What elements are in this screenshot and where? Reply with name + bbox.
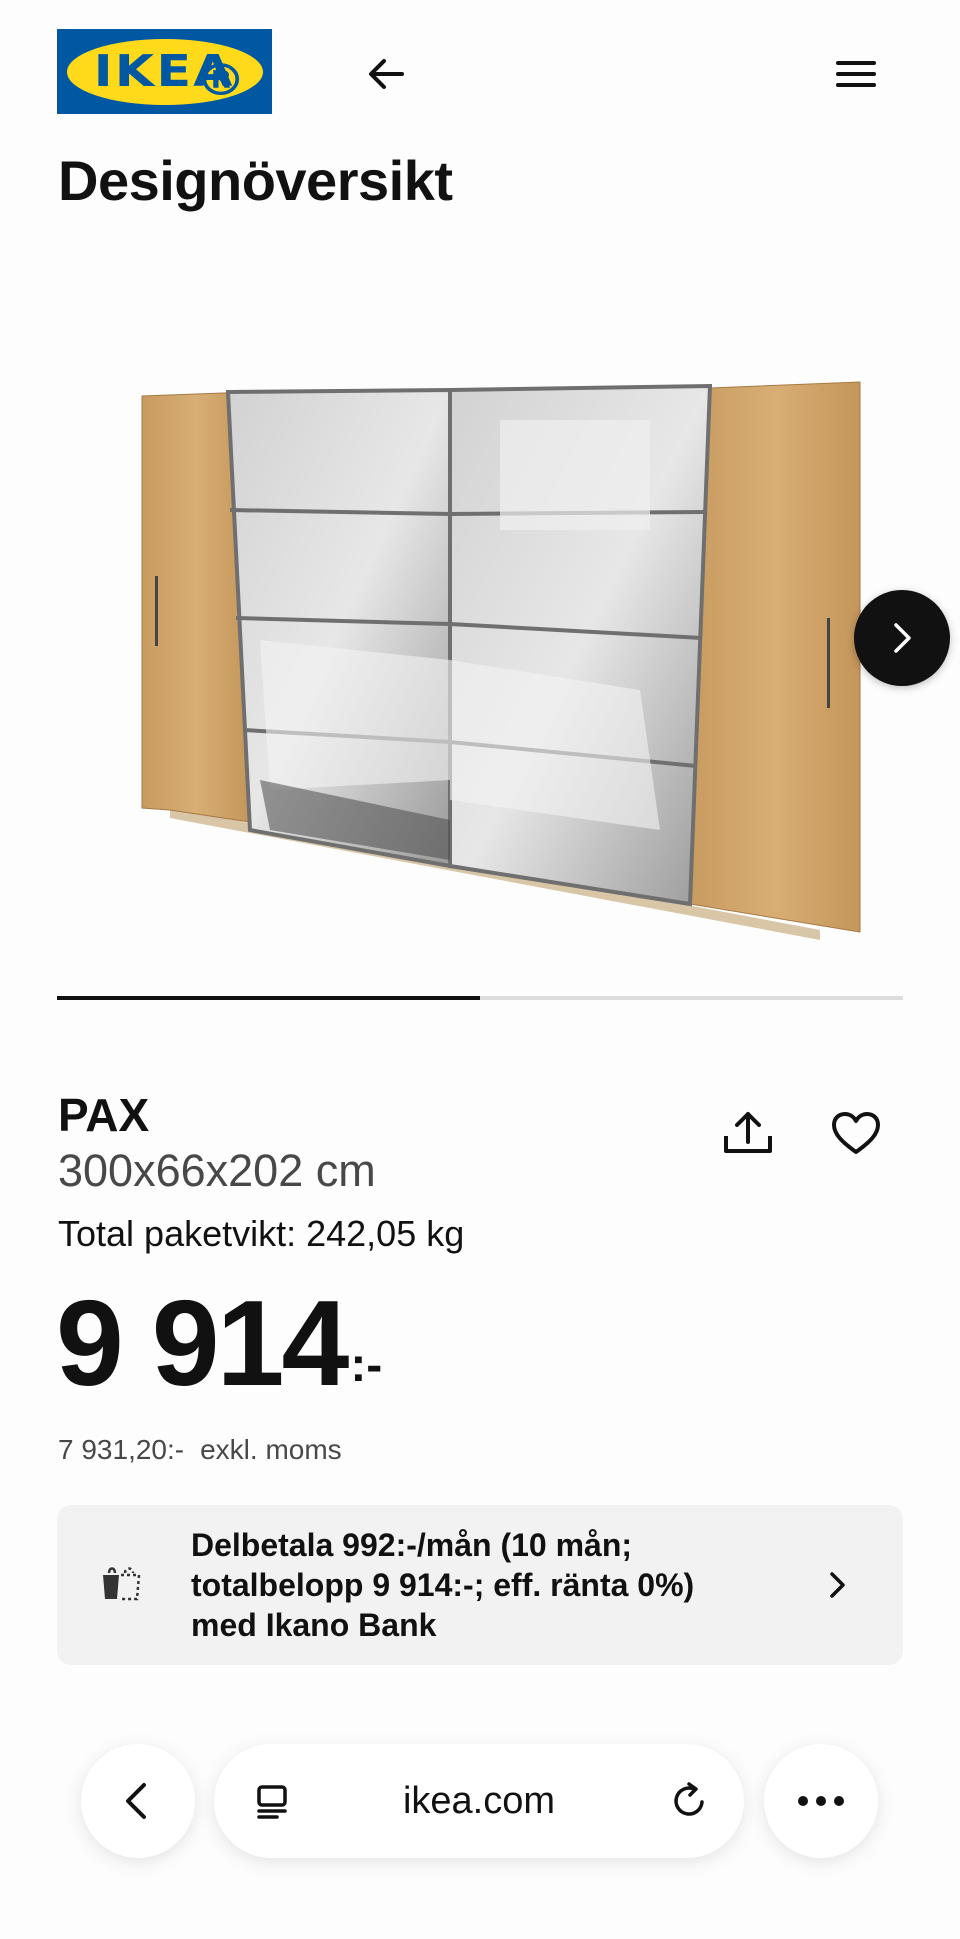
address-bar[interactable]: ikea.com xyxy=(214,1744,744,1858)
chevron-left-icon xyxy=(126,1783,146,1819)
price-excl-value: 7 931,20:- xyxy=(58,1434,185,1465)
tabs-icon[interactable] xyxy=(252,1782,292,1822)
arrow-left-icon xyxy=(369,59,404,89)
browser-toolbar: ikea.com xyxy=(0,1730,960,1880)
product-size: 300x66x202 cm xyxy=(58,1145,376,1196)
page: IKEA ® Designöversikt PAX 300x66x202 cm … xyxy=(0,0,960,1939)
ikea-logo[interactable]: IKEA ® xyxy=(57,29,272,114)
financing-line-2: totalbelopp 9 914:-; eff. ränta 0%) xyxy=(191,1567,695,1603)
logo-registered-mark: ® xyxy=(195,54,248,106)
gallery-progress-fill xyxy=(57,996,480,1000)
financing-offer[interactable]: Delbetala 992:-/mån (10 mån; totalbelopp… xyxy=(57,1505,903,1665)
menu-button[interactable] xyxy=(832,50,880,98)
price: 9 914 :- xyxy=(56,1282,382,1404)
wardrobe-illustration xyxy=(141,381,861,940)
back-button[interactable] xyxy=(362,50,410,98)
favorite-button[interactable] xyxy=(828,1106,884,1162)
more-options-button[interactable] xyxy=(764,1744,878,1858)
financing-line-1: Delbetala 992:-/mån (10 mån; xyxy=(191,1527,633,1563)
product-name: PAX xyxy=(58,1089,150,1141)
payment-icon xyxy=(99,1561,149,1605)
price-suffix: :- xyxy=(350,1339,383,1392)
hamburger-menu-icon xyxy=(836,61,876,87)
heart-icon xyxy=(832,1112,880,1154)
wardrobe-image[interactable] xyxy=(120,360,880,960)
url-text: ikea.com xyxy=(402,1779,556,1822)
product-weight: Total paketvikt: 242,05 kg xyxy=(58,1213,465,1254)
more-dots-icon xyxy=(798,1796,844,1806)
browser-back-button[interactable] xyxy=(81,1744,195,1858)
share-button[interactable] xyxy=(720,1106,776,1162)
page-title: Designöversikt xyxy=(58,149,453,212)
financing-line-3: med Ikano Bank xyxy=(191,1607,437,1643)
price-excl-label: exkl. moms xyxy=(200,1434,342,1465)
price-integer: 9 914 xyxy=(56,1275,349,1411)
chevron-right-icon xyxy=(819,1567,855,1603)
reload-icon[interactable] xyxy=(668,1780,710,1822)
share-icon xyxy=(724,1112,772,1153)
logo-oval: IKEA ® xyxy=(66,38,263,106)
gallery-progress-track xyxy=(57,996,903,1000)
price-excl-vat: 7 931,20:- exkl. moms xyxy=(58,1434,342,1466)
chevron-right-icon xyxy=(894,623,911,653)
financing-text: Delbetala 992:-/mån (10 mån; totalbelopp… xyxy=(191,1525,791,1645)
next-image-button[interactable] xyxy=(854,590,950,686)
